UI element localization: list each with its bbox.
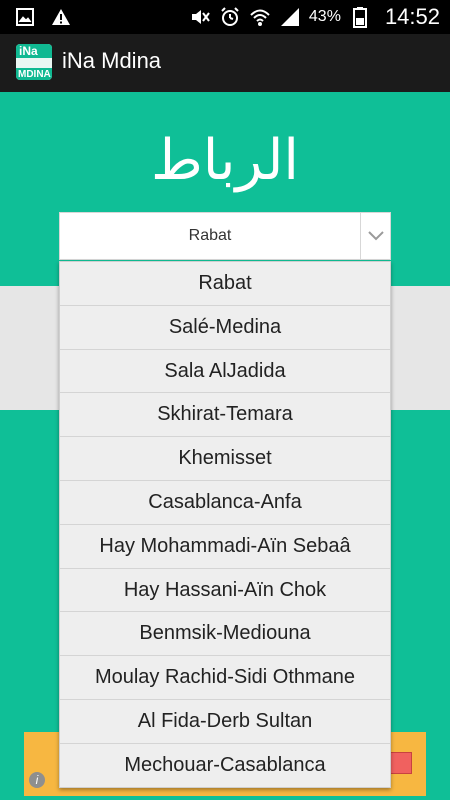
ad-close-button[interactable] bbox=[390, 752, 412, 774]
dropdown-item[interactable]: Hay Mohammadi-Aïn Sebaâ bbox=[60, 525, 390, 569]
city-dropdown-list[interactable]: Rabat Salé-Medina Sala AlJadida Skhirat-… bbox=[59, 261, 391, 788]
alarm-icon bbox=[219, 6, 241, 28]
warning-icon bbox=[50, 6, 72, 28]
spinner-divider bbox=[360, 213, 361, 259]
dropdown-item[interactable]: Al Fida-Derb Sultan bbox=[60, 700, 390, 744]
dropdown-item[interactable]: Sala AlJadida bbox=[60, 350, 390, 394]
battery-percent: 43% bbox=[308, 8, 341, 25]
dropdown-item[interactable]: Rabat bbox=[60, 262, 390, 306]
dropdown-item[interactable]: Skhirat-Temara bbox=[60, 393, 390, 438]
city-spinner[interactable]: Rabat bbox=[59, 212, 391, 260]
spinner-selected-value: Rabat bbox=[188, 227, 232, 244]
wifi-icon bbox=[249, 6, 271, 28]
dropdown-item[interactable]: Benmsik-Mediouna bbox=[60, 612, 390, 657]
ad-info-icon[interactable]: i bbox=[29, 772, 45, 788]
app-title: iNa Mdina bbox=[62, 48, 162, 73]
battery-icon bbox=[349, 6, 371, 28]
dropdown-item[interactable]: Casablanca-Anfa bbox=[60, 481, 390, 525]
app-logo-text-top: iNa bbox=[19, 44, 38, 58]
gallery-icon bbox=[14, 6, 36, 28]
dropdown-item[interactable]: Moulay Rachid-Sidi Othmane bbox=[60, 656, 390, 700]
status-bar: 43% 14:52 bbox=[0, 0, 450, 34]
dropdown-item[interactable]: Salé-Medina bbox=[60, 306, 390, 350]
app-logo-text-bottom: MDINA bbox=[18, 69, 51, 80]
dropdown-item[interactable]: Mechouar-Casablanca bbox=[60, 744, 390, 787]
signal-icon bbox=[279, 6, 301, 28]
dropdown-item[interactable]: Khemisset bbox=[60, 437, 390, 481]
dropdown-item[interactable]: Hay Hassani-Aïn Chok bbox=[60, 569, 390, 613]
page-title: الرباط bbox=[151, 128, 299, 193]
app-logo[interactable]: iNa MDINA bbox=[16, 44, 52, 80]
chevron-down-icon[interactable] bbox=[364, 223, 388, 247]
mute-icon bbox=[189, 6, 211, 28]
status-time: 14:52 bbox=[384, 4, 440, 29]
